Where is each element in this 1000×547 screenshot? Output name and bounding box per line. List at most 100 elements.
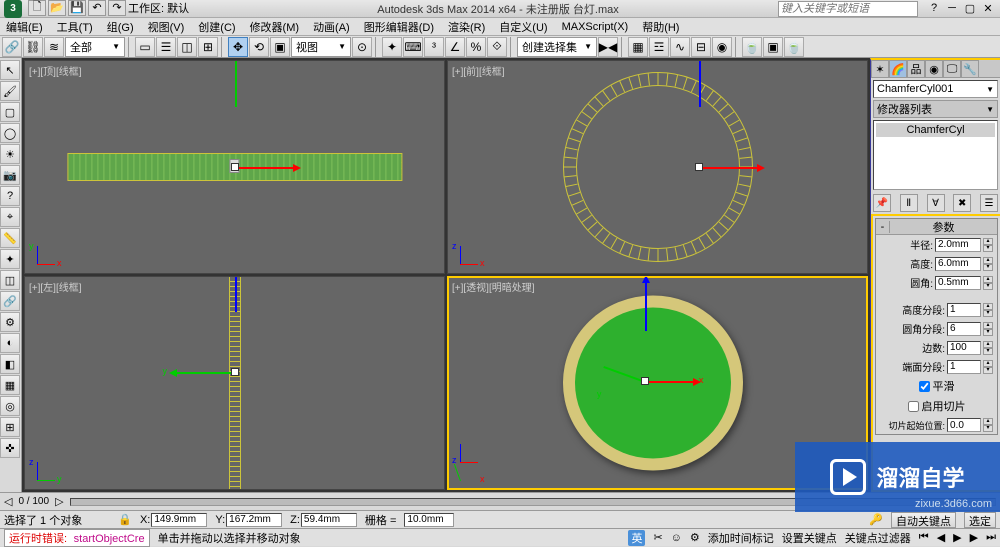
vt-help-icon[interactable]: ? [0, 186, 20, 206]
redo-icon[interactable]: ↷ [108, 0, 126, 16]
vt-misc6-icon[interactable]: ⊞ [0, 417, 20, 437]
lock-icon[interactable]: 🔒 [118, 513, 132, 526]
vt-camera-icon[interactable]: 📷 [0, 165, 20, 185]
autokey-button[interactable]: 自动关键点 [891, 512, 956, 528]
slice-on-checkbox[interactable] [908, 401, 919, 412]
menu-grapheditors[interactable]: 图形编辑器(D) [364, 19, 434, 35]
percent-snap-icon[interactable]: % [466, 37, 486, 57]
tab-motion-icon[interactable]: ◉ [925, 60, 943, 78]
new-icon[interactable]: 🗋 [28, 0, 46, 16]
select-icon[interactable]: ▭ [135, 37, 155, 57]
tab-utilities-icon[interactable]: 🔧 [961, 60, 979, 78]
ref-coord-dropdown[interactable]: 视图 [291, 37, 351, 57]
vt-box-icon[interactable]: ▢ [0, 102, 20, 122]
keyboard-icon[interactable]: ⌨ [403, 37, 423, 57]
remove-mod-icon[interactable]: ✖ [953, 194, 971, 212]
selection-filter-dropdown[interactable]: 全部 [65, 37, 125, 57]
snap-icon[interactable]: ³ [424, 37, 444, 57]
key-filter-button[interactable]: 关键点过滤器 [845, 530, 911, 546]
fseg-input[interactable]: 6 [947, 322, 981, 336]
vt-tape-icon[interactable]: 📏 [0, 228, 20, 248]
vt-sphere-icon[interactable]: ◯ [0, 123, 20, 143]
smooth-checkbox[interactable] [919, 381, 930, 392]
vt-cursor-icon[interactable]: ↖ [0, 60, 20, 80]
ime-indicator[interactable]: 英 [628, 530, 645, 546]
set-key-button[interactable]: 设置关键点 [782, 530, 837, 546]
vt-snap-icon[interactable]: ⌖ [0, 207, 20, 227]
menu-views[interactable]: 视图(V) [148, 19, 185, 35]
show-end-icon[interactable]: Ⅱ [900, 194, 918, 212]
play-prev-icon[interactable]: ◀ [937, 531, 945, 544]
vt-misc4-icon[interactable]: ▦ [0, 375, 20, 395]
rotate-icon[interactable]: ⟲ [249, 37, 269, 57]
material-icon[interactable]: ◉ [712, 37, 732, 57]
workspace-dropdown[interactable]: 工作区: 默认 [128, 0, 218, 18]
render-frame-icon[interactable]: ▣ [763, 37, 783, 57]
tab-display-icon[interactable]: 🖵 [943, 60, 961, 78]
pivot-icon[interactable]: ⊙ [352, 37, 372, 57]
menu-create[interactable]: 创建(C) [198, 19, 235, 35]
schematic-icon[interactable]: ⊟ [691, 37, 711, 57]
menu-modifiers[interactable]: 修改器(M) [250, 19, 300, 35]
close-button[interactable]: ✕ [980, 2, 996, 15]
menu-animation[interactable]: 动画(A) [313, 19, 350, 35]
mirror-icon[interactable]: ▶◀ [598, 37, 618, 57]
menu-customize[interactable]: 自定义(U) [499, 19, 547, 35]
coord-x-input[interactable] [151, 513, 207, 527]
tab-hierarchy-icon[interactable]: 品 [907, 60, 925, 78]
play-icon[interactable]: ▶ [953, 531, 961, 544]
pin-stack-icon[interactable]: 📌 [873, 194, 891, 212]
fillet-input[interactable]: 0.5mm [935, 276, 981, 290]
goto-end-icon[interactable]: ▷ [55, 495, 63, 508]
manipulate-icon[interactable]: ✦ [382, 37, 402, 57]
vt-light-icon[interactable]: ☀ [0, 144, 20, 164]
menu-edit[interactable]: 编辑(E) [6, 19, 43, 35]
tab-modify-icon[interactable]: 🌈 [889, 60, 907, 78]
viewport-top[interactable]: [+][顶][线框] x y [24, 60, 445, 274]
vt-chain-icon[interactable]: 🔗 [0, 291, 20, 311]
radius-input[interactable]: 2.0mm [935, 238, 981, 252]
stack-item[interactable]: ChamferCyl [876, 123, 995, 137]
render-setup-icon[interactable]: 🍵 [742, 37, 762, 57]
ime-icon3[interactable]: ⚙ [690, 531, 700, 544]
rollout-toggle[interactable]: - [876, 221, 890, 233]
window-crossing-icon[interactable]: ⊞ [198, 37, 218, 57]
modifier-list-dropdown[interactable]: 修改器列表 [873, 100, 998, 118]
bind-icon[interactable]: ≋ [44, 37, 64, 57]
viewport-front[interactable]: [+][前][线框] x z [447, 60, 868, 274]
layers-icon[interactable]: ☲ [649, 37, 669, 57]
object-name-field[interactable]: ChamferCyl001 [873, 80, 998, 98]
unique-icon[interactable]: ∀ [927, 194, 945, 212]
undo-icon[interactable]: ↶ [88, 0, 106, 16]
vt-misc5-icon[interactable]: ◎ [0, 396, 20, 416]
select-region-icon[interactable]: ◫ [177, 37, 197, 57]
slice-start-input[interactable]: 0.0 [947, 418, 981, 432]
spinner-snap-icon[interactable]: ⟐ [487, 37, 507, 57]
link-icon[interactable]: 🔗 [2, 37, 22, 57]
configure-icon[interactable]: ☰ [980, 194, 998, 212]
save-icon[interactable]: 💾 [68, 0, 86, 16]
coord-z-input[interactable] [301, 513, 357, 527]
ime-icon2[interactable]: ☺ [671, 532, 682, 544]
grid-value[interactable] [404, 513, 454, 527]
align-icon[interactable]: ▦ [628, 37, 648, 57]
selected-button[interactable]: 选定 [964, 512, 996, 528]
play-next-icon[interactable]: ▶ [970, 531, 978, 544]
vt-misc3-icon[interactable]: ◧ [0, 354, 20, 374]
vt-misc1-icon[interactable]: ⚙ [0, 312, 20, 332]
minimize-button[interactable]: ─ [944, 2, 960, 15]
menu-group[interactable]: 组(G) [107, 19, 134, 35]
spinner-up[interactable]: ▴ [983, 238, 993, 245]
spinner-down[interactable]: ▾ [983, 245, 993, 252]
vt-misc7-icon[interactable]: ✜ [0, 438, 20, 458]
move-icon[interactable]: ✥ [228, 37, 248, 57]
menu-maxscript[interactable]: MAXScript(X) [562, 21, 629, 33]
hseg-input[interactable]: 1 [947, 303, 981, 317]
menu-rendering[interactable]: 渲染(R) [448, 19, 485, 35]
sides-input[interactable]: 100 [947, 341, 981, 355]
coord-y-input[interactable] [226, 513, 282, 527]
play-end-icon[interactable]: ⏭ [986, 531, 996, 544]
vt-star-icon[interactable]: ✦ [0, 249, 20, 269]
vt-paint-icon[interactable]: 🖌 [0, 81, 20, 101]
add-time-tag[interactable]: 添加时间标记 [708, 530, 774, 546]
